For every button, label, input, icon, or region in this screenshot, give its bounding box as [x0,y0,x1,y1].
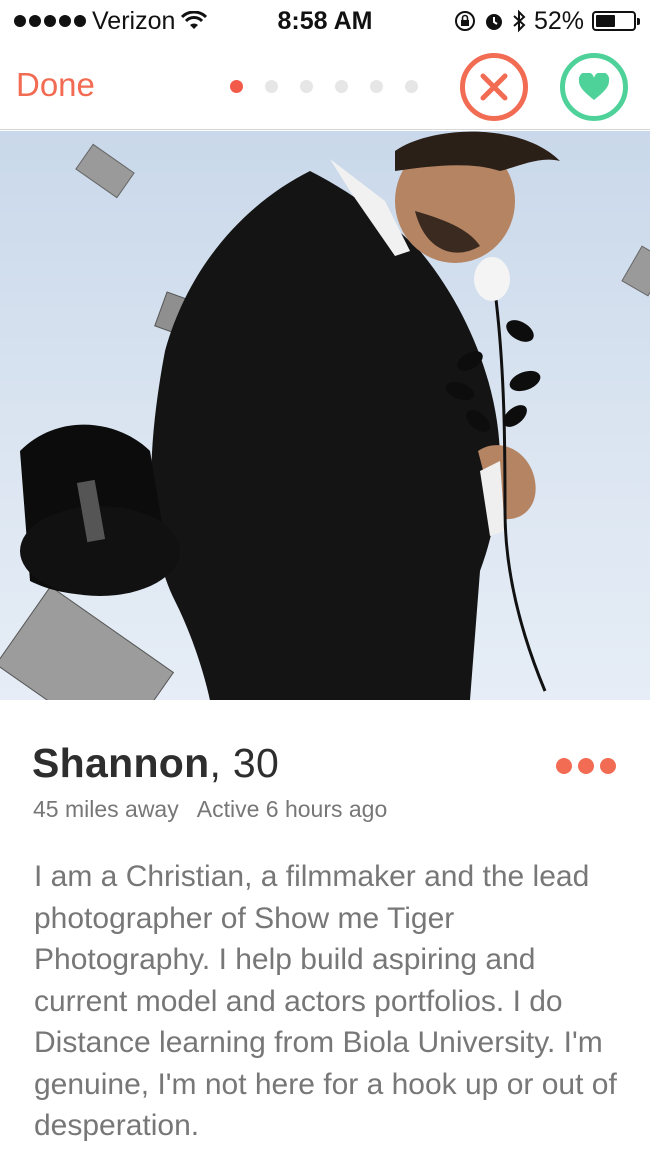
nav-bar: Done [0,42,650,130]
like-button[interactable] [560,53,628,121]
carrier-label: Verizon [92,6,176,35]
alarm-icon [485,14,502,30]
distance-label: 45 miles away [33,796,179,822]
active-status: Active 6 hours ago [196,796,388,822]
photo-indicator-dot[interactable] [230,80,243,93]
status-left: Verizon [14,6,208,36]
more-dot [556,758,572,774]
close-icon [480,73,508,101]
more-dot [600,758,616,774]
bluetooth-icon [513,9,526,33]
status-bar: Verizon 8:58 AM 52% [0,0,650,42]
photo-indicator [230,80,418,93]
battery-icon [592,11,640,31]
done-button[interactable]: Done [16,66,95,104]
wifi-icon [181,11,208,29]
profile-meta: 45 miles away Active 6 hours ago [33,796,387,823]
photo-indicator-dot[interactable] [370,80,383,93]
profile-name-age: Shannon, 30 [32,740,622,787]
photo-indicator-dot[interactable] [300,80,313,93]
name-separator: , [209,740,233,786]
signal-dots-icon [14,15,86,27]
more-options-button[interactable] [556,758,616,774]
profile-name: Shannon [32,740,210,786]
more-dot [578,758,594,774]
status-right: 52% [454,6,640,36]
profile-photo-illustration [0,131,650,700]
orientation-lock-icon [454,11,475,31]
profile-age: 30 [232,740,280,786]
photo-indicator-dot[interactable] [265,80,278,93]
photo-indicator-dot[interactable] [335,80,348,93]
heart-icon [578,73,610,100]
profile-photo[interactable] [0,131,650,700]
nope-button[interactable] [460,53,528,121]
photo-indicator-dot[interactable] [405,80,418,93]
profile-bio: I am a Christian, a filmmaker and the le… [34,860,617,1142]
profile-header: Shannon, 30 [32,740,622,787]
battery-percent: 52% [533,6,584,35]
